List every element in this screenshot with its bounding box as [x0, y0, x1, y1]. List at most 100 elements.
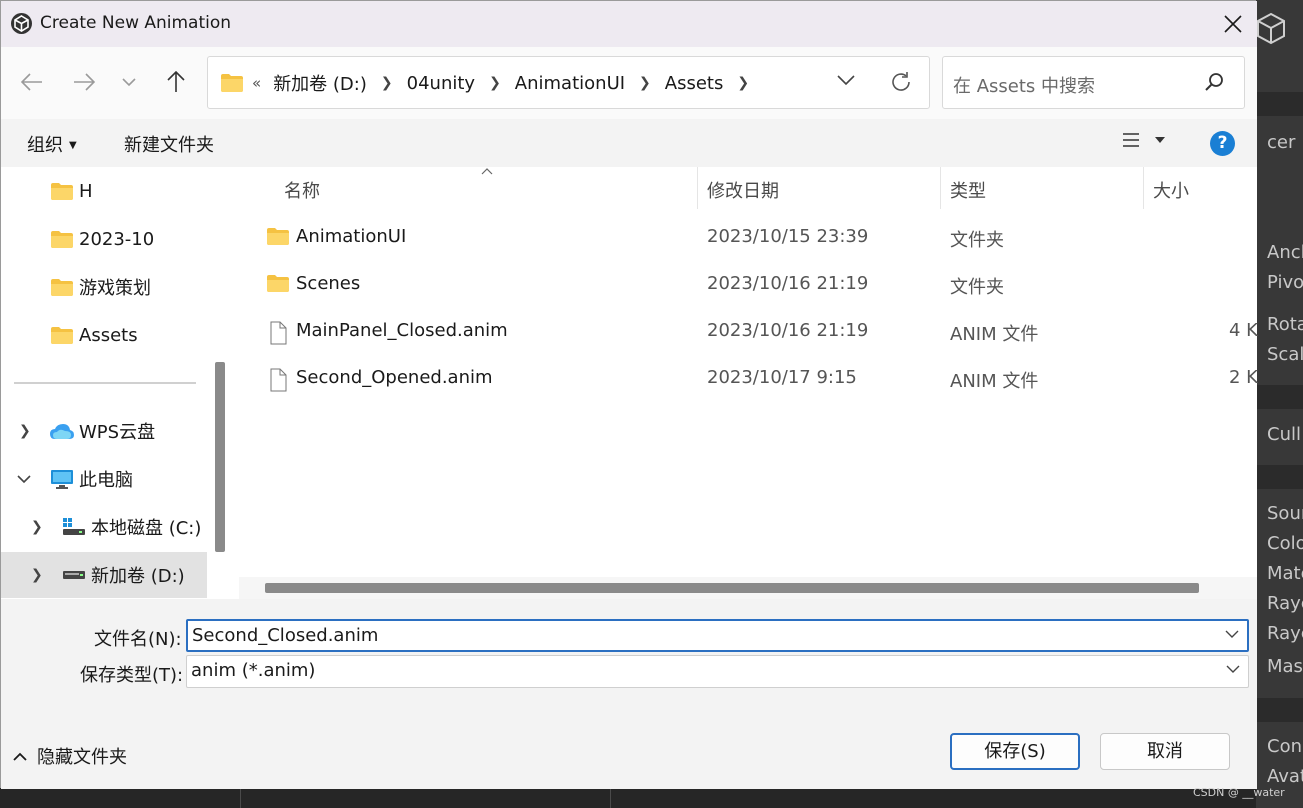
nav-item-label: WPS云盘 — [79, 422, 156, 443]
inspector-row: Scal — [1267, 344, 1303, 365]
help-icon[interactable]: ? — [1210, 131, 1235, 156]
search-icon[interactable] — [1205, 72, 1225, 92]
nav-item-label: 此电脑 — [79, 470, 133, 491]
chevron-right-icon[interactable]: ❯ — [489, 75, 501, 91]
cloud-icon — [50, 424, 74, 439]
arrow-up-icon — [167, 71, 185, 92]
chevron-right-icon[interactable]: ❯ — [381, 75, 393, 91]
chevron-down-icon[interactable] — [1225, 629, 1239, 639]
column-header-modified[interactable]: 修改日期 — [698, 167, 941, 209]
nav-item-new-volume-d[interactable]: ❯ 新加卷 (D:) — [1, 552, 207, 598]
forward-button[interactable] — [69, 67, 99, 97]
dialog-footer: 隐藏文件夹 保存(S) 取消 — [1, 699, 1257, 789]
search-box[interactable]: 在 Assets 中搜索 — [942, 56, 1245, 109]
folder-icon — [221, 74, 243, 92]
dialog-title: Create New Animation — [40, 13, 232, 33]
file-modified: 2023/10/15 23:39 — [707, 226, 869, 247]
inspector-row: Cull — [1267, 424, 1301, 445]
organize-menu[interactable]: 组织 ▼ — [27, 131, 77, 157]
save-form: 文件名(N): Second_Closed.anim 保存类型(T): anim… — [1, 599, 1257, 699]
nav-item-game-design[interactable]: 游戏策划 — [1, 264, 207, 310]
column-header-size[interactable]: 大小 — [1144, 167, 1257, 209]
search-placeholder: 在 Assets 中搜索 — [953, 76, 1096, 97]
chevron-up-icon — [13, 752, 27, 761]
folder-icon — [267, 275, 289, 292]
filetype-value: anim (*.anim) — [191, 660, 316, 681]
back-button[interactable] — [17, 67, 47, 97]
chevron-right-icon[interactable]: ❯ — [737, 75, 749, 91]
inspector-row: Mate — [1267, 563, 1303, 584]
nav-item-h[interactable]: H — [1, 168, 207, 214]
cube-icon — [1257, 12, 1285, 45]
inspector-row: Colo — [1267, 533, 1303, 554]
hide-folders-label: 隐藏文件夹 — [37, 747, 127, 768]
address-bar[interactable]: « 新加卷 (D:) ❯ 04unity ❯ AnimationUI ❯ Ass… — [207, 56, 930, 109]
filetype-label: 保存类型(T): — [80, 665, 184, 686]
chevron-right-icon[interactable]: ❯ — [31, 567, 43, 583]
up-button[interactable] — [161, 67, 191, 97]
inspector-row: Mas — [1267, 656, 1303, 677]
file-name: Second_Opened.anim — [296, 367, 493, 388]
file-type: 文件夹 — [950, 277, 1004, 298]
chevron-down-icon[interactable] — [836, 73, 856, 87]
close-button[interactable] — [1215, 9, 1251, 39]
file-modified: 2023/10/17 9:15 — [707, 367, 857, 388]
file-row[interactable]: AnimationUI 2023/10/15 23:39 文件夹 — [239, 215, 1257, 262]
navigation-bar: « 新加卷 (D:) ❯ 04unity ❯ AnimationUI ❯ Ass… — [1, 47, 1257, 119]
file-name: Scenes — [296, 273, 361, 294]
breadcrumb-item[interactable]: 04unity — [407, 73, 475, 94]
unity-editor-strip — [0, 788, 1256, 808]
breadcrumb-item[interactable]: Assets — [665, 73, 724, 94]
chevron-right-icon[interactable]: ❯ — [19, 423, 31, 439]
nav-item-wps-cloud[interactable]: ❯ WPS云盘 — [1, 408, 207, 454]
new-folder-button[interactable]: 新建文件夹 — [124, 131, 214, 157]
breadcrumb-item[interactable]: 新加卷 (D:) — [273, 70, 367, 96]
nav-item-2023-10[interactable]: 2023-10 — [1, 216, 207, 262]
filename-input[interactable]: Second_Closed.anim — [186, 619, 1249, 652]
breadcrumb-overflow[interactable]: « — [252, 74, 261, 92]
caret-down-icon — [1155, 137, 1165, 143]
nav-scrollbar[interactable] — [215, 362, 225, 552]
browser-content: H 2023-10 游戏策划 Assets ❯ WPS云盘 此电脑 ❯ 本地磁盘… — [1, 167, 1258, 599]
command-bar: 组织 ▼ 新建文件夹 ? — [1, 119, 1257, 167]
file-type: ANIM 文件 — [950, 324, 1039, 345]
inspector-row: Rota — [1267, 314, 1303, 335]
filename-label: 文件名(N): — [94, 629, 182, 650]
cancel-button[interactable]: 取消 — [1100, 733, 1230, 770]
breadcrumb-item[interactable]: AnimationUI — [515, 73, 625, 94]
arrow-right-icon — [74, 73, 95, 91]
drive-icon — [63, 518, 85, 535]
unity-logo-icon — [11, 13, 32, 34]
filetype-select[interactable]: anim (*.anim) — [186, 655, 1249, 688]
file-icon — [270, 368, 287, 392]
close-icon — [1224, 15, 1242, 33]
file-modified: 2023/10/16 21:19 — [707, 320, 869, 341]
file-row[interactable]: Scenes 2023/10/16 21:19 文件夹 — [239, 262, 1257, 309]
file-row[interactable]: MainPanel_Closed.anim 2023/10/16 21:19 A… — [239, 309, 1258, 356]
file-list: 名称 修改日期 类型 大小 AnimationUI 2023/10/15 23:… — [239, 167, 1258, 599]
view-options-button[interactable] — [1121, 131, 1165, 149]
nav-item-this-pc[interactable]: 此电脑 — [1, 456, 207, 502]
chevron-right-icon[interactable]: ❯ — [31, 519, 43, 535]
nav-item-label: 2023-10 — [79, 228, 155, 250]
drive-icon — [63, 571, 85, 579]
nav-item-local-disk-c[interactable]: ❯ 本地磁盘 (C:) — [1, 504, 207, 550]
refresh-icon[interactable] — [890, 71, 912, 93]
file-size: 2 K — [1229, 367, 1258, 388]
chevron-down-icon[interactable] — [1226, 664, 1240, 674]
horizontal-scrollbar[interactable] — [239, 577, 1257, 599]
folder-icon — [51, 279, 73, 296]
hide-folders-toggle[interactable]: 隐藏文件夹 — [13, 743, 127, 769]
column-header-type[interactable]: 类型 — [941, 167, 1144, 209]
navigation-pane: H 2023-10 游戏策划 Assets ❯ WPS云盘 此电脑 ❯ 本地磁盘… — [1, 167, 231, 599]
nav-item-assets[interactable]: Assets — [1, 312, 207, 358]
scrollbar-thumb[interactable] — [265, 583, 1199, 593]
chevron-down-icon[interactable] — [17, 475, 31, 484]
inspector-row: cer — [1267, 132, 1296, 153]
column-header-name[interactable]: 名称 — [239, 167, 698, 209]
chevron-right-icon[interactable]: ❯ — [639, 75, 651, 91]
save-button[interactable]: 保存(S) — [950, 733, 1080, 770]
file-row[interactable]: Second_Opened.anim 2023/10/17 9:15 ANIM … — [239, 356, 1258, 403]
recent-locations-button[interactable] — [114, 67, 144, 97]
unity-inspector-panel: cer Ancl Pivo Rota Scal Cull Sour Colo M… — [1256, 0, 1303, 808]
